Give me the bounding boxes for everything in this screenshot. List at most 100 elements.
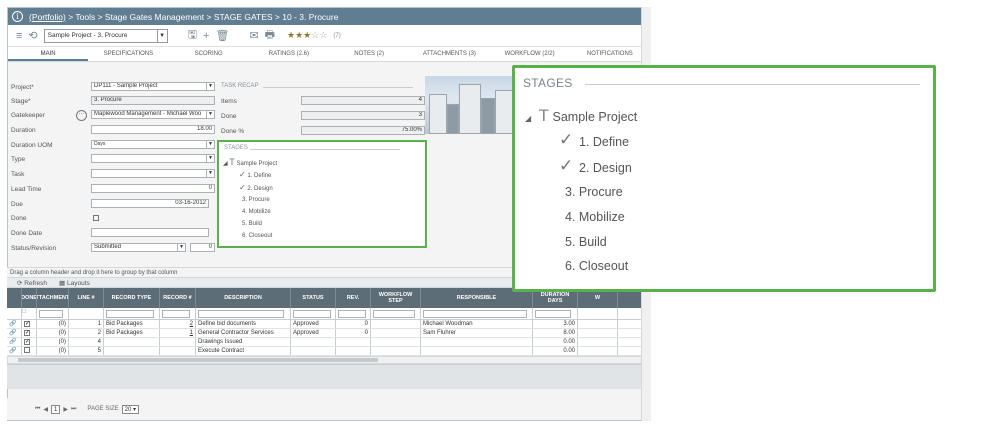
- col-record-type[interactable]: RECORD TYPE: [104, 288, 160, 308]
- record-type-cell: [104, 338, 160, 346]
- filter-input[interactable]: [338, 310, 366, 318]
- done-checkbox[interactable]: ✓: [22, 329, 37, 337]
- print-icon[interactable]: 🖶: [265, 26, 275, 45]
- list-icon[interactable]: ≡: [16, 30, 22, 42]
- col-rev[interactable]: REV.: [336, 288, 371, 308]
- status-cell: [291, 347, 336, 355]
- col-line[interactable]: LINE #: [69, 288, 104, 308]
- link-icon[interactable]: 🔗: [7, 347, 22, 355]
- gatekeeper-select[interactable]: Maplewood Management - Michael Woo ▼: [91, 110, 215, 119]
- filter-input[interactable]: [423, 310, 527, 318]
- stage-item[interactable]: 3. Procure: [242, 197, 270, 203]
- layouts-button[interactable]: ▦ Layouts: [59, 279, 90, 287]
- tab-main[interactable]: MAIN: [8, 47, 89, 61]
- duration-uom-select[interactable]: Days ▼: [91, 140, 215, 149]
- filter-input[interactable]: [535, 310, 571, 318]
- stage-item[interactable]: 4. Mobilize: [242, 209, 271, 215]
- tree-root[interactable]: ◢ T Sample Project: [223, 157, 277, 167]
- tab-notes[interactable]: NOTES (2): [329, 47, 409, 61]
- duration-field[interactable]: 18.00: [91, 125, 215, 134]
- collapse-icon[interactable]: ◢: [223, 161, 228, 167]
- email-icon[interactable]: ✉: [249, 29, 258, 42]
- save-icon[interactable]: 🖫: [188, 26, 197, 45]
- filter-input[interactable]: [39, 310, 63, 318]
- history-icon[interactable]: ⟲: [28, 29, 37, 42]
- status-cell: Approved: [291, 329, 336, 337]
- lead-time-field[interactable]: 0: [91, 184, 215, 193]
- callout-stage-item[interactable]: 3. Procure: [565, 185, 623, 199]
- status-select[interactable]: Submitted ▼: [91, 243, 186, 252]
- table-row[interactable]: 🔗 ✓ (0) 4 Drawings Issued 0.00: [7, 338, 651, 347]
- due-field[interactable]: 03-16-2012: [91, 199, 209, 208]
- filter-input[interactable]: [198, 310, 284, 318]
- col-status[interactable]: STATUS: [291, 288, 336, 308]
- col-done[interactable]: DONE: [22, 288, 37, 308]
- stage-item[interactable]: ✓ 2. Design: [239, 183, 273, 192]
- items-field: 4: [301, 96, 425, 105]
- callout-stage-item[interactable]: 6. Closeout: [565, 259, 628, 273]
- callout-stage-item[interactable]: 4. Mobilize: [565, 210, 625, 224]
- record-num-link[interactable]: [160, 347, 196, 355]
- filter-input[interactable]: [373, 310, 415, 318]
- link-icon[interactable]: 🔗: [7, 329, 22, 337]
- page-size-select[interactable]: 20 ▾: [121, 404, 140, 414]
- table-row[interactable]: 🔗 ✓ (0) 2 Bid Packages 1 General Contractor Se…: [7, 329, 651, 338]
- tab-workflow[interactable]: WORKFLOW (2/2): [490, 47, 570, 61]
- record-select[interactable]: Sample Project - 3. Procure ▼: [43, 28, 168, 43]
- type-select[interactable]: ▼: [91, 154, 215, 163]
- info-icon[interactable]: i: [12, 11, 23, 22]
- table-row[interactable]: 🔗 ✓ (0) 1 Bid Packages 2 Define bid documents A…: [7, 320, 651, 329]
- record-num-link[interactable]: [160, 338, 196, 346]
- link-icon[interactable]: 🔗: [7, 320, 22, 328]
- page-number-input[interactable]: 1: [51, 404, 61, 414]
- rating-stars[interactable]: ★★★☆☆: [287, 30, 327, 41]
- done-checkbox[interactable]: ✓: [22, 338, 37, 346]
- col-workflow-step[interactable]: WORKFLOW STEP: [371, 288, 421, 308]
- attachments-cell[interactable]: (0): [37, 338, 69, 346]
- rev-cell: [336, 347, 371, 355]
- next-page-icon[interactable]: ▶: [63, 406, 68, 413]
- more-icon[interactable]: ···: [76, 110, 87, 121]
- attachments-cell[interactable]: (0): [37, 329, 69, 337]
- tab-ratings[interactable]: RATINGS (2.6): [249, 47, 329, 61]
- last-page-icon[interactable]: ⏭: [71, 406, 76, 413]
- filter-input[interactable]: [106, 310, 154, 318]
- refresh-button[interactable]: ⟳ Refresh: [17, 279, 47, 287]
- callout-stage-item[interactable]: 1. Define: [579, 135, 629, 149]
- prev-page-icon[interactable]: ◀: [43, 406, 48, 413]
- stage-item[interactable]: 6. Closeout: [242, 233, 272, 239]
- tab-notifications[interactable]: NOTIFICATIONS: [570, 47, 650, 61]
- table-row[interactable]: 🔗 (0) 5 Execute Contract 0.00: [7, 347, 651, 356]
- stage-item[interactable]: ✓ 1. Define: [239, 170, 271, 179]
- record-num-link[interactable]: 2: [160, 320, 196, 328]
- done-checkbox[interactable]: ✓: [22, 320, 37, 328]
- filter-input[interactable]: [162, 310, 190, 318]
- stage-item[interactable]: 5. Build: [242, 221, 262, 227]
- attachments-cell[interactable]: (0): [37, 320, 69, 328]
- done-date-field[interactable]: [91, 228, 209, 237]
- project-select[interactable]: DP111 - Sample Project ▼: [91, 82, 215, 91]
- col-description[interactable]: DESCRIPTION: [196, 288, 291, 308]
- tab-attachments[interactable]: ATTACHMENTS (3): [409, 47, 489, 61]
- first-page-icon[interactable]: ⏮: [35, 406, 40, 413]
- done-filter[interactable]: ☐: [22, 308, 37, 319]
- record-num-link[interactable]: 1: [160, 329, 196, 337]
- col-attachments[interactable]: ATTACHMENTS: [37, 288, 69, 308]
- delete-icon[interactable]: 🗑: [215, 29, 229, 42]
- portfolio-link[interactable]: (Portfolio): [29, 12, 66, 22]
- add-icon[interactable]: +: [203, 30, 209, 42]
- tab-scoring[interactable]: SCORING: [169, 47, 249, 61]
- tab-specifications[interactable]: SPECIFICATIONS: [88, 47, 168, 61]
- col-record-num[interactable]: RECORD #: [160, 288, 196, 308]
- callout-tree-root[interactable]: ◢ T Sample Project: [525, 106, 637, 126]
- link-icon[interactable]: 🔗: [7, 338, 22, 346]
- done-checkbox[interactable]: [22, 347, 37, 355]
- horizontal-scrollbar[interactable]: [7, 356, 651, 364]
- callout-stage-item[interactable]: 2. Design: [579, 161, 632, 175]
- done-checkbox[interactable]: [93, 215, 99, 221]
- collapse-icon[interactable]: ◢: [525, 114, 531, 123]
- callout-stage-item[interactable]: 5. Build: [565, 235, 607, 249]
- filter-input[interactable]: [293, 310, 331, 318]
- task-select[interactable]: ▼: [91, 169, 215, 178]
- attachments-cell[interactable]: (0): [37, 347, 69, 355]
